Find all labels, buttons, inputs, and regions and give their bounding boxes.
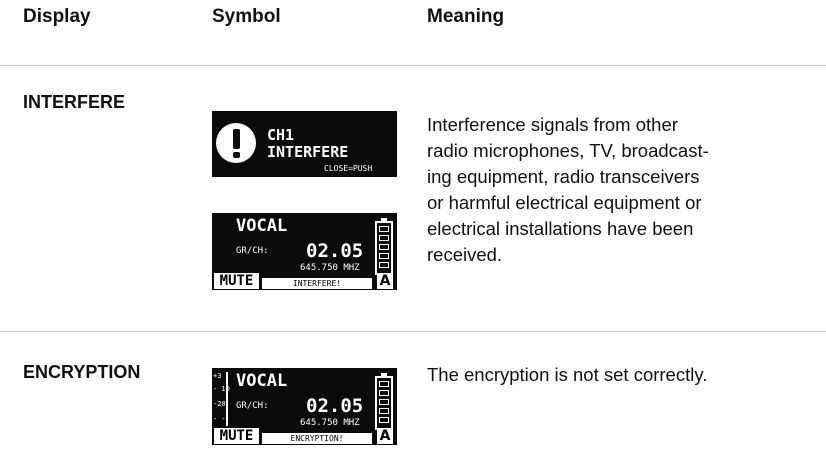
exclamation-icon — [216, 123, 256, 163]
row-meaning-encryption: The encryption is not set correctly. — [427, 362, 707, 388]
group-channel-value: 02.05 — [306, 240, 364, 262]
interfere-alert-screen: CH1 INTERFERE CLOSE=PUSH — [212, 111, 397, 177]
alert-hint: CLOSE=PUSH — [324, 164, 373, 173]
channel-name: VOCAL — [236, 216, 288, 236]
row-display-interfere: INTERFERE — [23, 92, 126, 112]
header-divider — [0, 65, 826, 66]
receiver-channel: A — [377, 428, 393, 444]
group-channel-value: 02.05 — [306, 395, 364, 417]
group-channel-label: GR/CH: — [236, 246, 269, 256]
level-meter-label: +3 — [213, 372, 222, 380]
encryption-status-screen: +3 - 10 -20 - - VOCAL GR/CH: 02.05 645.7… — [212, 368, 397, 445]
frequency: 645.750 MHZ — [300, 263, 360, 273]
meaning-line: ing equipment, radio transceivers — [427, 166, 700, 187]
group-channel-label: GR/CH: — [236, 401, 269, 411]
mute-indicator: MUTE — [214, 273, 259, 289]
alert-channel: CH1 — [267, 126, 295, 144]
meaning-line: received. — [427, 244, 503, 265]
level-meter-label: -20 — [213, 400, 226, 408]
status-message: ENCRYPTION! — [262, 433, 372, 444]
meaning-line: The encryption is not set correctly. — [427, 364, 708, 385]
level-meter-bar — [226, 372, 228, 426]
meaning-line: radio microphones, TV, broadcast- — [427, 140, 709, 161]
meaning-line: electrical installations have been — [427, 218, 694, 239]
row-display-encryption: ENCRYPTION — [23, 362, 141, 382]
column-header-symbol: Symbol — [212, 6, 281, 27]
interfere-status-screen: VOCAL GR/CH: 02.05 645.750 MHZ MUTE INTE… — [212, 213, 397, 290]
receiver-channel: A — [377, 273, 393, 289]
channel-name: VOCAL — [236, 371, 288, 391]
row-divider — [0, 331, 826, 332]
battery-icon — [375, 218, 393, 275]
row-meaning-interfere: Interference signals from other radio mi… — [427, 112, 709, 268]
frequency: 645.750 MHZ — [300, 418, 360, 428]
status-message: INTERFERE! — [262, 278, 372, 289]
level-meter-label: - - — [213, 415, 226, 423]
meaning-line: or harmful electrical equipment or — [427, 192, 702, 213]
meaning-line: Interference signals from other — [427, 114, 678, 135]
battery-icon — [375, 373, 393, 430]
alert-message: INTERFERE — [267, 143, 349, 161]
column-header-meaning: Meaning — [427, 6, 505, 27]
mute-indicator: MUTE — [214, 428, 259, 444]
column-header-display: Display — [23, 6, 91, 27]
